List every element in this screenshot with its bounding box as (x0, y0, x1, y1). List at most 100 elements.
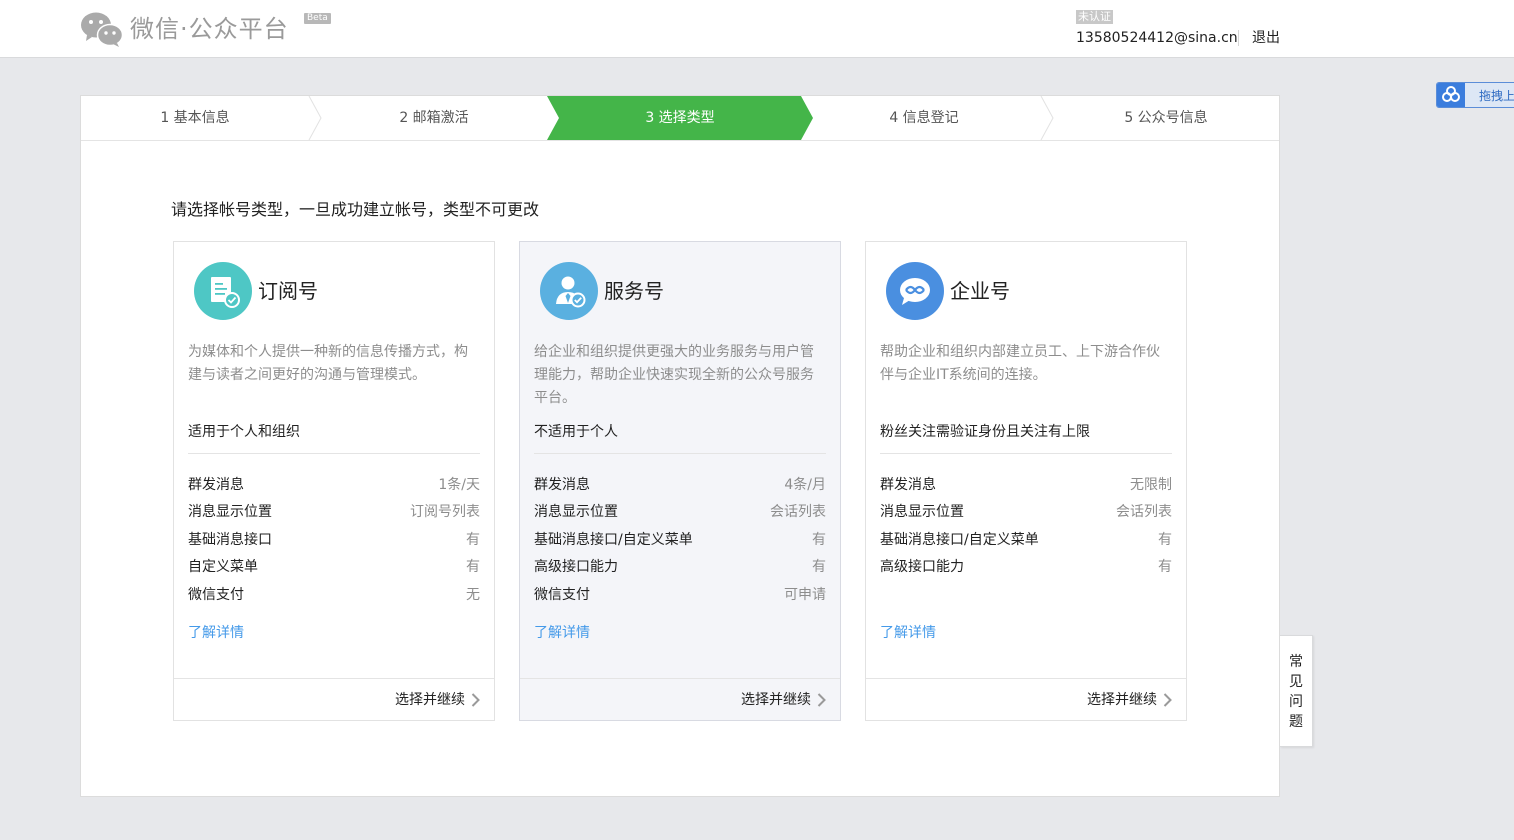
card-subscription[interactable]: 订阅号 为媒体和个人提供一种新的信息传播方式，构建与读者之间更好的沟通与管理模式… (173, 241, 495, 721)
feature-value: 有 (812, 559, 826, 576)
feature-row: 消息显示位置 订阅号列表 (188, 502, 480, 529)
feature-value: 有 (1158, 559, 1172, 576)
feature-name: 高级接口能力 (534, 559, 618, 576)
feature-row: 群发消息 1条/天 (188, 475, 480, 502)
feature-value: 可申请 (784, 586, 826, 603)
card-enterprise[interactable]: 企业号 帮助企业和组织内部建立员工、上下游合作伙伴与企业IT系统间的连接。 粉丝… (865, 241, 1187, 721)
feature-value: 订阅号列表 (410, 504, 480, 521)
drag-upload-widget[interactable]: 拖拽上 (1436, 82, 1514, 108)
feature-value: 有 (466, 559, 480, 576)
feature-row: 基础消息接口/自定义菜单 有 (534, 530, 826, 557)
card-description: 为媒体和个人提供一种新的信息传播方式，构建与读者之间更好的沟通与管理模式。 (188, 344, 468, 383)
feature-row: 高级接口能力 有 (534, 557, 826, 584)
feature-value: 会话列表 (770, 504, 826, 521)
step-info-register: 4 信息登记 (889, 110, 959, 126)
card-description: 帮助企业和组织内部建立员工、上下游合作伙伴与企业IT系统间的连接。 (880, 344, 1160, 383)
divider (880, 453, 1172, 454)
feature-value: 有 (466, 531, 480, 548)
card-footer: 选择并继续 (520, 678, 840, 721)
register-panel: 1 基本信息 2 邮箱激活 3 选择类型 4 信息登记 5 公众号信息 请选择帐… (80, 95, 1280, 797)
card-footer: 选择并继续 (866, 678, 1186, 721)
step-email-activate: 2 邮箱激活 (399, 110, 469, 126)
feature-name: 高级接口能力 (880, 559, 964, 576)
feature-name: 群发消息 (188, 477, 244, 493)
select-continue-label: 选择并继续 (741, 692, 811, 708)
subscription-doc-icon (194, 262, 252, 320)
feature-name: 群发消息 (880, 477, 936, 493)
feature-value: 无 (466, 586, 480, 603)
account-email[interactable]: 13580524412@sina.cn (1076, 29, 1238, 47)
top-bar: 微信·公众平台 Beta 未认证 13580524412@sina.cn 退出 (0, 0, 1514, 58)
header-divider (1238, 30, 1239, 46)
feature-value: 1条/天 (438, 477, 480, 493)
step-basic-info: 1 基本信息 (160, 110, 230, 126)
feature-name: 基础消息接口/自定义菜单 (534, 531, 693, 548)
feature-row: 消息显示位置 会话列表 (880, 502, 1172, 529)
feature-value: 4条/月 (784, 477, 826, 493)
learn-more-link[interactable]: 了解详情 (880, 623, 936, 643)
step-select-type: 3 选择类型 (645, 110, 715, 126)
faq-label: 常见问题 (1289, 654, 1303, 730)
feature-value: 无限制 (1130, 477, 1172, 493)
divider (188, 453, 480, 454)
wechat-logo[interactable]: 微信·公众平台 (80, 10, 289, 48)
card-description: 给企业和组织提供更强大的业务服务与用户管理能力，帮助企业快速实现全新的公众号服务… (534, 344, 814, 406)
feature-row: 自定义菜单 有 (188, 557, 480, 584)
card-title: 企业号 (950, 279, 1010, 303)
logo-text: 微信·公众平台 (130, 15, 289, 43)
feature-row: 微信支付 无 (188, 585, 480, 612)
feature-name: 消息显示位置 (188, 504, 272, 521)
feature-name: 基础消息接口/自定义菜单 (880, 531, 1039, 548)
select-continue-label: 选择并继续 (395, 692, 465, 708)
step-account-info: 5 公众号信息 (1124, 110, 1208, 126)
chevron-right-icon (471, 693, 480, 707)
feature-list: 群发消息 无限制 消息显示位置 会话列表 基础消息接口/自定义菜单有 高级接口能力有 (880, 475, 1172, 585)
chevron-right-icon (817, 693, 826, 707)
select-continue-label: 选择并继续 (1087, 692, 1157, 708)
feature-name: 基础消息接口 (188, 531, 272, 548)
feature-name: 自定义菜单 (188, 559, 258, 576)
feature-row: 高级接口能力 有 (880, 557, 1172, 584)
feature-row: 群发消息 4条/月 (534, 475, 826, 502)
service-person-icon (540, 262, 598, 320)
select-continue-button[interactable]: 选择并继续 (741, 690, 826, 710)
drag-upload-label: 拖拽上 (1479, 89, 1514, 103)
cloud-icon (1437, 83, 1465, 107)
feature-name: 微信支付 (188, 586, 244, 603)
feature-name: 消息显示位置 (880, 504, 964, 521)
select-continue-button[interactable]: 选择并继续 (395, 690, 480, 710)
feature-row: 基础消息接口/自定义菜单 有 (880, 530, 1172, 557)
wechat-logo-icon (81, 12, 124, 47)
feature-row: 微信支付 可申请 (534, 585, 826, 612)
card-suitability: 适用于个人和组织 (188, 424, 300, 440)
feature-name: 消息显示位置 (534, 504, 618, 521)
learn-more-link[interactable]: 了解详情 (534, 623, 590, 643)
feature-value: 会话列表 (1116, 504, 1172, 521)
card-service[interactable]: 服务号 给企业和组织提供更强大的业务服务与用户管理能力，帮助企业快速实现全新的公… (519, 241, 841, 721)
feature-list: 群发消息 1条/天 消息显示位置 订阅号列表 基础消息接口有 自定义菜单有 微信支付… (188, 475, 480, 612)
card-title: 订阅号 (258, 279, 318, 303)
feature-list: 群发消息 4条/月 消息显示位置 会话列表 基础消息接口/自定义菜单有 高级接口能力… (534, 475, 826, 612)
account-status-badge: 未认证 (1076, 10, 1113, 24)
feature-row: 群发消息 无限制 (880, 475, 1172, 502)
faq-side-tab[interactable]: 常见问题 (1280, 635, 1313, 747)
beta-badge: Beta (304, 13, 331, 24)
feature-value: 有 (812, 531, 826, 548)
feature-name: 微信支付 (534, 586, 590, 603)
feature-name: 群发消息 (534, 477, 590, 493)
feature-row: 基础消息接口 有 (188, 530, 480, 557)
card-title: 服务号 (604, 279, 664, 303)
card-suitability: 粉丝关注需验证身份且关注有上限 (880, 424, 1090, 440)
step-progress-bar: 1 基本信息 2 邮箱激活 3 选择类型 4 信息登记 5 公众号信息 (81, 96, 1279, 141)
feature-value: 有 (1158, 531, 1172, 548)
card-suitability: 不适用于个人 (534, 424, 618, 440)
enterprise-chat-icon (886, 262, 944, 320)
chevron-right-icon (1163, 693, 1172, 707)
logout-link[interactable]: 退出 (1252, 29, 1280, 47)
divider (534, 453, 826, 454)
select-continue-button[interactable]: 选择并继续 (1087, 690, 1172, 710)
feature-row: 消息显示位置 会话列表 (534, 502, 826, 529)
learn-more-link[interactable]: 了解详情 (188, 623, 244, 643)
card-footer: 选择并继续 (174, 678, 494, 721)
select-type-prompt: 请选择帐号类型，一旦成功建立帐号，类型不可更改 (171, 200, 540, 219)
